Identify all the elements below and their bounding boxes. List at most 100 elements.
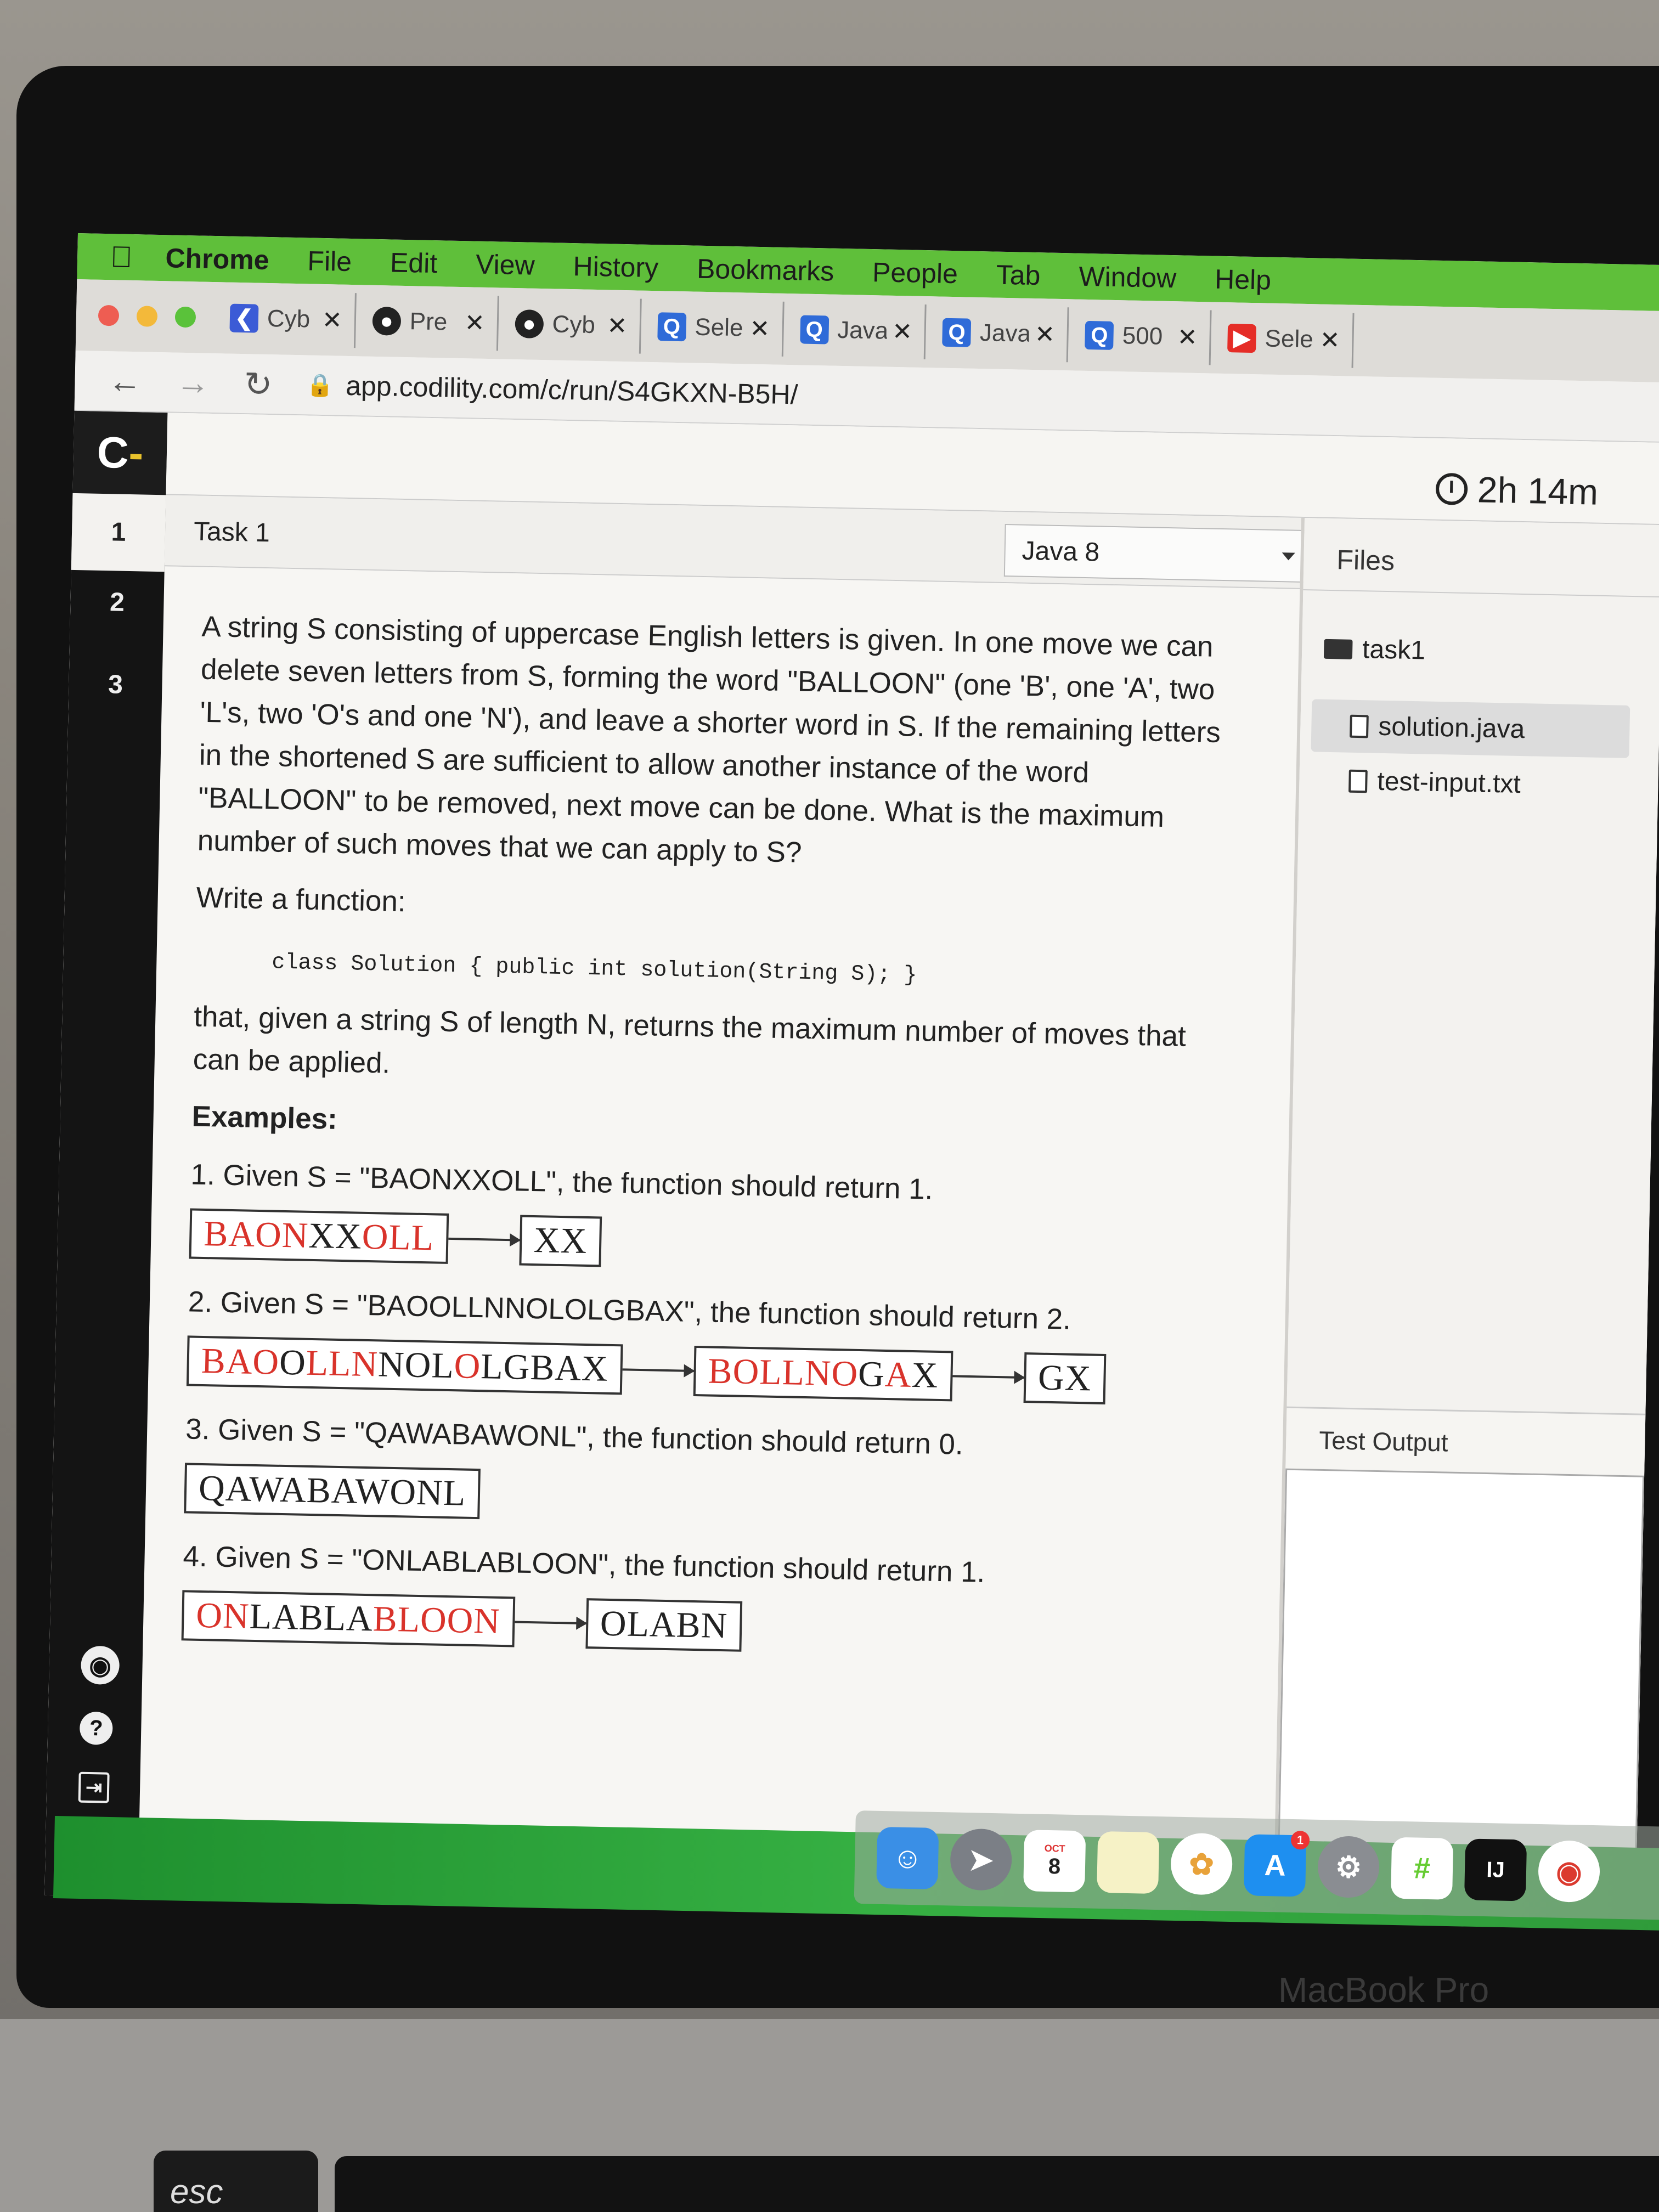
esc-key[interactable]: esc bbox=[154, 2151, 318, 2212]
language-select[interactable]: Java 8 bbox=[1003, 524, 1312, 583]
arrow-icon bbox=[952, 1375, 1024, 1379]
calendar-icon[interactable]: OCT 8 bbox=[1023, 1830, 1086, 1893]
files-header: Files bbox=[1336, 544, 1395, 577]
dock: ☺ ➤ OCT 8 ✿ A 1 ⚙ # IJ ◉ bbox=[854, 1810, 1659, 1921]
timer: 2h 14m bbox=[1435, 468, 1599, 513]
timer-value: 2h 14m bbox=[1477, 469, 1599, 512]
menu-view[interactable]: View bbox=[476, 249, 535, 281]
tab-title: Sele bbox=[694, 313, 743, 342]
close-tab-icon[interactable]: ✕ bbox=[749, 314, 770, 343]
menu-help[interactable]: Help bbox=[1215, 263, 1272, 296]
file-name: test-input.txt bbox=[1376, 766, 1521, 799]
write-function-label: Write a function: bbox=[196, 881, 407, 918]
menu-file[interactable]: File bbox=[307, 245, 352, 278]
apple-icon[interactable]:  bbox=[110, 240, 133, 274]
task-tab-2[interactable]: 2 bbox=[70, 586, 164, 618]
files-pane: Files task1 solution.java test-input.txt bbox=[1286, 517, 1659, 1414]
test-output-header: Test Output bbox=[1318, 1425, 1449, 1457]
close-tab-icon[interactable]: ✕ bbox=[321, 306, 342, 334]
notification-badge: 1 bbox=[1290, 1830, 1310, 1850]
example-3-text: 3. Given S = "QAWABAWONL", the function … bbox=[185, 1413, 964, 1461]
photo-background:  Chrome File Edit View History Bookmark… bbox=[0, 0, 1659, 2212]
task-tab-1[interactable]: 1 bbox=[71, 493, 166, 572]
menu-tab[interactable]: Tab bbox=[996, 259, 1041, 292]
word-box: BOLLNOGAX bbox=[693, 1345, 953, 1402]
codility-app: C- 1 2 3 ◉ ? ⇥ 2h 14m Task 1 Java 8 A st… bbox=[44, 410, 1659, 1927]
minimize-window-button[interactable] bbox=[136, 306, 158, 327]
menu-bookmarks[interactable]: Bookmarks bbox=[697, 253, 834, 287]
tab-title: Pre bbox=[409, 308, 448, 336]
menu-people[interactable]: People bbox=[872, 256, 958, 290]
menu-history[interactable]: History bbox=[573, 250, 659, 284]
zoom-window-button[interactable] bbox=[174, 306, 196, 328]
help-icon[interactable]: ? bbox=[79, 1711, 113, 1745]
close-tab-icon[interactable]: ✕ bbox=[1035, 320, 1056, 349]
task-intro: A string S consisting of uppercase Engli… bbox=[197, 610, 1221, 869]
system-preferences-icon[interactable]: ⚙ bbox=[1317, 1835, 1380, 1899]
forward-arrow-icon[interactable]: → bbox=[176, 363, 210, 402]
folder-name: task1 bbox=[1362, 635, 1426, 665]
app-store-icon[interactable]: A 1 bbox=[1244, 1830, 1310, 1897]
file-row-test-input[interactable]: test-input.txt bbox=[1348, 766, 1521, 799]
browser-tab[interactable]: Q Java ✕ bbox=[930, 304, 1069, 363]
menu-edit[interactable]: Edit bbox=[390, 246, 437, 279]
close-tab-icon[interactable]: ✕ bbox=[464, 309, 485, 337]
notes-icon[interactable] bbox=[1097, 1831, 1160, 1894]
tab-title: 500 bbox=[1122, 322, 1163, 350]
exit-icon[interactable]: ⇥ bbox=[78, 1771, 110, 1803]
task-description: A string S consisting of uppercase Engli… bbox=[143, 566, 1300, 1920]
laptop-screen:  Chrome File Edit View History Bookmark… bbox=[44, 233, 1659, 1927]
intellij-label: IJ bbox=[1486, 1857, 1505, 1882]
url-field[interactable]: app.codility.com/c/run/S4GKXN-B5H/ bbox=[346, 370, 798, 411]
browser-tab[interactable]: Q Sele ✕ bbox=[645, 298, 785, 357]
folder-icon bbox=[1323, 639, 1353, 659]
close-window-button[interactable] bbox=[98, 304, 120, 326]
arrow-icon bbox=[622, 1368, 694, 1372]
browser-tab[interactable]: ● Pre ✕ bbox=[359, 293, 499, 351]
reload-icon[interactable]: ↻ bbox=[244, 364, 273, 404]
calendar-day: 8 bbox=[1048, 1854, 1061, 1879]
hide-icon[interactable]: ◉ bbox=[80, 1645, 120, 1685]
browser-tab[interactable]: ▶ Sele ✕ bbox=[1215, 310, 1355, 368]
language-value: Java 8 bbox=[1022, 536, 1100, 567]
menu-chrome[interactable]: Chrome bbox=[165, 242, 269, 276]
word-box: OLABN bbox=[585, 1598, 743, 1652]
github-icon: ● bbox=[515, 309, 544, 339]
close-tab-icon[interactable]: ✕ bbox=[1319, 326, 1340, 354]
q-icon: Q bbox=[657, 312, 686, 342]
back-arrow-icon[interactable]: ← bbox=[108, 362, 142, 401]
file-row-solution[interactable]: solution.java bbox=[1350, 711, 1525, 744]
q-icon: Q bbox=[942, 318, 972, 347]
task-tab-3[interactable]: 3 bbox=[69, 669, 162, 701]
chrome-icon[interactable]: ◉ bbox=[1537, 1840, 1601, 1903]
slack-icon[interactable]: # bbox=[1390, 1837, 1454, 1900]
arrow-icon bbox=[448, 1237, 520, 1242]
arrow-icon bbox=[514, 1621, 586, 1625]
word-box: ONLABLABLOON bbox=[181, 1590, 515, 1647]
youtube-icon: ▶ bbox=[1227, 324, 1257, 353]
touch-bar[interactable] bbox=[335, 2156, 1659, 2212]
lock-icon: 🔒 bbox=[306, 373, 334, 398]
browser-tab[interactable]: ❮ Cyb ✕ bbox=[217, 290, 357, 348]
close-tab-icon[interactable]: ✕ bbox=[607, 312, 628, 340]
browser-tab[interactable]: Q 500 ✕ bbox=[1072, 307, 1212, 365]
browser-tab[interactable]: ● Cyb ✕ bbox=[502, 296, 642, 354]
macbook-label: MacBook Pro bbox=[1278, 1970, 1489, 2010]
task-title: Task 1 bbox=[193, 517, 270, 548]
word-box: BAOOLLNNOLOLGBAX bbox=[186, 1335, 623, 1395]
finder-icon[interactable]: ☺ bbox=[876, 1826, 939, 1890]
tab-title: Java bbox=[979, 319, 1030, 347]
close-tab-icon[interactable]: ✕ bbox=[1177, 323, 1198, 352]
intellij-icon[interactable]: IJ bbox=[1464, 1838, 1527, 1901]
menu-window[interactable]: Window bbox=[1079, 261, 1177, 295]
example-3-diagram: QAWABAWONL bbox=[184, 1463, 1249, 1534]
folder-row[interactable]: task1 bbox=[1323, 634, 1426, 666]
browser-tab[interactable]: Q Java ✕ bbox=[787, 302, 927, 360]
close-tab-icon[interactable]: ✕ bbox=[892, 317, 913, 346]
launchpad-icon[interactable]: ➤ bbox=[950, 1828, 1013, 1891]
github-icon: ● bbox=[372, 306, 402, 336]
photos-icon[interactable]: ✿ bbox=[1170, 1832, 1233, 1895]
chevron-down-icon bbox=[1282, 552, 1295, 561]
codility-logo: C- bbox=[72, 410, 168, 495]
tab-title: Cyb bbox=[552, 311, 596, 338]
